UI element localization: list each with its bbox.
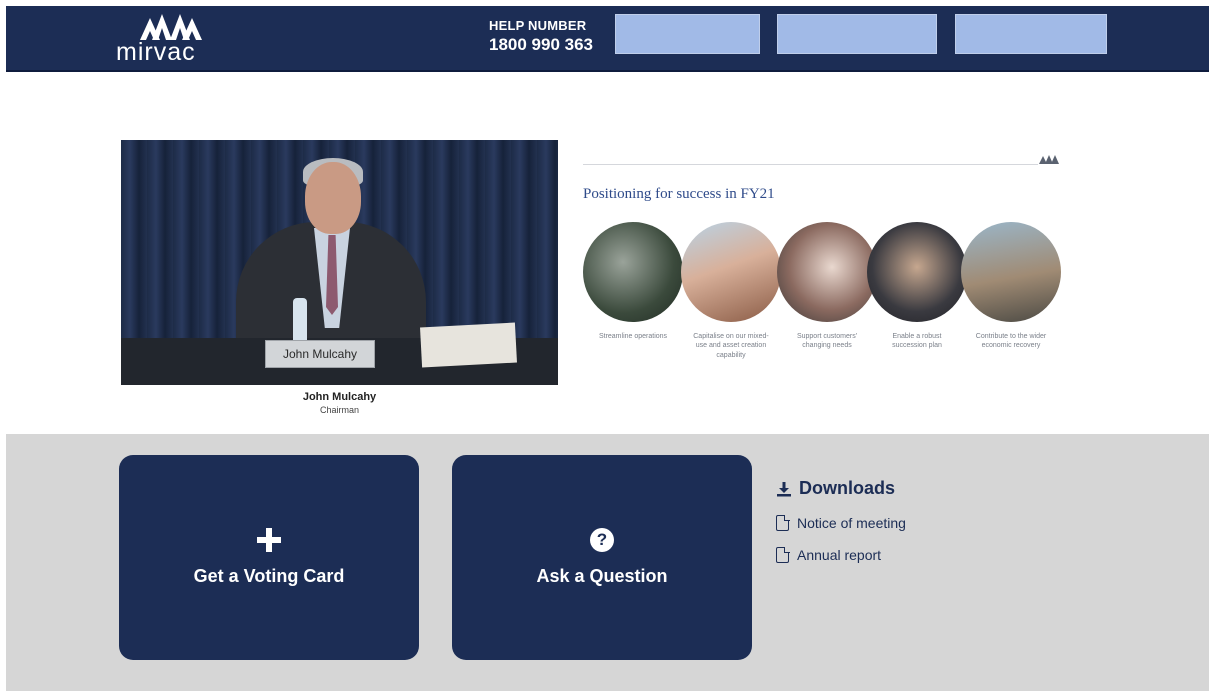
slide-title: Positioning for success in FY21 [583,186,775,202]
help-label: HELP NUMBER [489,18,587,33]
speaker-name: John Mulcahy [302,391,377,403]
pillar-image-1 [583,222,683,322]
nameplate: John Mulcahy [265,340,375,368]
pillar-image-2 [681,222,781,322]
pillar-caption-5: Contribute to the wider economic recover… [975,333,1047,350]
ask-question-label: Ask a Question [536,566,668,586]
download-annual-report[interactable]: Annual report [776,546,906,563]
help-number[interactable]: 1800 990 363 [489,35,593,55]
downloads-title: Downloads [799,478,896,498]
pillar-caption-3: Support customers' changing needs [796,333,858,350]
presentation-slide[interactable]: Positioning for success in FY21 Streamli… [569,140,1064,425]
pillar-caption-2: Capitalise on our mixed-use and asset cr… [693,333,769,359]
question-circle-icon: ? [590,528,614,552]
top-header: mirvac HELP NUMBER 1800 990 363 [6,6,1209,72]
downloads-section: Downloads Notice of meeting Annual repor… [776,478,906,563]
download-notice-of-meeting-label: Notice of meeting [797,515,906,531]
speaker-head [305,162,361,234]
speaker-role: Chairman [319,405,359,415]
ask-question-button[interactable]: ? Ask a Question [452,455,752,660]
papers-stack [420,322,517,368]
get-voting-card-label: Get a Voting Card [193,566,345,586]
pillar-caption-1: Streamline operations [598,333,668,340]
mirvac-logo[interactable]: mirvac [116,14,216,66]
plus-icon [257,528,281,552]
pillar-image-4 [867,222,967,322]
download-notice-of-meeting[interactable]: Notice of meeting [776,514,906,531]
logo-wordmark: mirvac [116,38,196,66]
get-voting-card-button[interactable]: Get a Voting Card [119,455,419,660]
download-annual-report-label: Annual report [797,547,882,563]
pdf-icon [776,514,790,531]
water-bottle [293,298,307,342]
mirvac-logo-icon [140,14,202,40]
pillar-image-3 [777,222,877,322]
video-feed[interactable]: John Mulcahy [121,140,558,385]
help-number-block: HELP NUMBER 1800 990 363 [489,18,593,55]
slide-logo-icon [1039,155,1059,164]
webcast-page: mirvac HELP NUMBER 1800 990 363 John Mul… [6,6,1209,691]
header-button-3[interactable] [955,14,1107,54]
header-button-1[interactable] [615,14,760,54]
slide-header-rule [583,164,1038,165]
header-button-2[interactable] [777,14,937,54]
pillar-caption-4: Enable a robust succession plan [892,333,942,350]
downloads-heading: Downloads [776,478,906,499]
download-icon [777,481,791,496]
pdf-icon [776,546,790,563]
pillar-image-5 [961,222,1061,322]
actions-panel: Get a Voting Card ? Ask a Question Downl… [6,434,1209,691]
